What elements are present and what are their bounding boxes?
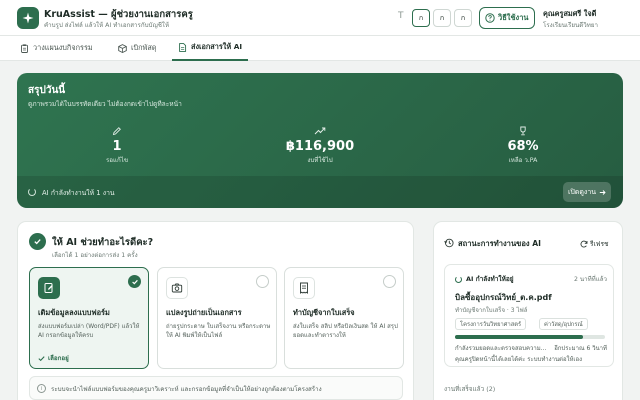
sparkle-logo-icon [17, 7, 39, 29]
option-receipt-accounting[interactable]: ทำบัญชีจากใบเสร็จ ส่งใบเสร็จ สลิป หรือบิ… [284, 267, 404, 369]
receipt-icon [293, 277, 315, 299]
guide-button-label: วิธีใช้งาน [498, 13, 529, 22]
user-name: คุณครูสมศรี ใจดี [543, 9, 597, 18]
stat-pending: 1 รอแก้ไข [57, 126, 177, 165]
document-icon [179, 43, 187, 52]
summary-subtitle: ดูภาพรวมได้ในบรรทัดเดียว ไม่ต้องกดเข้าไป… [28, 100, 182, 108]
option-title: ทำบัญชีจากใบเสร็จ [293, 308, 355, 317]
option-radio-checked[interactable] [128, 275, 141, 288]
job-item[interactable]: AI กำลังทำให้อยู่ 2 นาทีที่แล้ว บิลซื้ออ… [444, 264, 614, 367]
job-note: คุณครูปิดหน้านี้ได้เลยได้ค่ะ ระบบทำงานต่… [455, 356, 583, 363]
job-meta: ทำบัญชีจากใบเสร็จ · 3 ไฟล์ [455, 307, 528, 314]
stat-budget-used: ฿116,900 งบที่ใช้ไป [260, 126, 380, 165]
stat-label: งบที่ใช้ไป [307, 157, 333, 164]
trend-up-icon [314, 127, 326, 135]
job-status-label: AI กำลังทำให้อยู่ [466, 275, 514, 283]
job-step: กำลังรวมยอดและตรวจสอบความ... [455, 345, 547, 352]
job-eta: อีกประมาณ 6 วินาที [554, 345, 607, 352]
job-file-name: บิลซื้ออุปกรณ์วิทย์_ต.ค.pdf [455, 293, 552, 302]
option-radio[interactable] [383, 275, 396, 288]
job-progress-bar [455, 335, 605, 339]
option-description: ส่งแบบฟอร์มเปล่า (Word/PDF) แล้วให้ AI ก… [38, 323, 140, 340]
check-circle-icon [29, 233, 46, 250]
refresh-icon [580, 240, 588, 248]
option-description: ถ่ายรูปกระดาษ ใบเสร็จงาน หรือกระดาษ ให้ … [166, 323, 271, 340]
stat-label: รอแก้ไข [105, 157, 129, 164]
tab-label: วางแผนงบกิจกรรม [33, 43, 93, 52]
stat-pa-remaining: 68% เหลือ ว.PA [463, 126, 583, 165]
ai-status-card: สถานะการทำงานของ AI รีเฟรช AI กำลังทำให้… [433, 221, 623, 400]
status-title: สถานะการทำงานของ AI [458, 239, 541, 248]
option-radio[interactable] [256, 275, 269, 288]
info-text: ระบบจะนำไฟล์แบบฟอร์มของคุณครูมาวิเคราะห์… [51, 386, 322, 393]
font-size-large-button[interactable]: ก [454, 9, 472, 27]
job-progress-fill [455, 335, 583, 339]
clipboard-icon [21, 44, 28, 53]
open-jobs-button[interactable]: เปิดดูงาน [563, 182, 611, 202]
check-icon [38, 355, 45, 361]
stat-label: เหลือ ว.PA [508, 157, 538, 164]
info-note: i ระบบจะนำไฟล์แบบฟอร์มของคุณครูมาวิเคราะ… [29, 376, 403, 400]
option-title: เติมข้อมูลลงแบบฟอร์ม [38, 308, 110, 317]
refresh-button[interactable]: รีเฟรช [580, 238, 608, 249]
font-size-small-button[interactable]: ก [412, 9, 430, 27]
app-header: KruAssist — ผู้ช่วยงานเอกสารครู คำบรูป ส… [0, 0, 640, 36]
tab-label: เบิกพัสดุ [131, 43, 157, 52]
tab-budget-plan[interactable]: วางแผนงบกิจกรรม [20, 36, 93, 61]
stat-value: ฿116,900 [285, 139, 355, 154]
info-icon: i [37, 384, 46, 393]
stat-value: 1 [112, 139, 122, 154]
option-selected-badge: เลือกอยู่ [38, 353, 69, 363]
font-size-icon: T [398, 11, 404, 21]
pencil-icon [112, 127, 121, 136]
chooser-subtitle: เลือกได้ 1 อย่างต่อการส่ง 1 ครั้ง [52, 252, 138, 259]
tab-label: ส่งเอกสารให้ AI [191, 42, 243, 51]
refresh-label: รีเฟรช [590, 240, 609, 248]
app-subtitle: คำบรูป ส่งไฟล์ แล้วให้ AI ทำเอกสารกับบัญ… [44, 22, 170, 29]
camera-icon [166, 277, 188, 299]
job-status: AI กำลังทำให้อยู่ [455, 274, 514, 284]
job-tag: ค่าวัสดุ/อุปกรณ์ [539, 318, 588, 330]
box-icon [118, 44, 127, 53]
job-tag: โครงการวันวิทยาศาสตร์ [455, 318, 527, 330]
tab-supplies[interactable]: เบิกพัสดุ [118, 36, 157, 61]
tab-send-to-ai[interactable]: ส่งเอกสารให้ AI [172, 36, 249, 61]
ai-status-bar: AI กำลังทำงานให้ 1 งาน เปิดดูงาน [17, 176, 623, 208]
summary-title: สรุปวันนี้ [28, 85, 66, 96]
loading-spinner-icon [28, 188, 36, 196]
chooser-title: ให้ AI ช่วยทำอะไรดีคะ? [52, 237, 154, 248]
form-edit-icon [38, 277, 60, 299]
option-fill-form[interactable]: เติมข้อมูลลงแบบฟอร์ม ส่งแบบฟอร์มเปล่า (W… [29, 267, 149, 369]
arrow-right-icon [599, 189, 606, 195]
tab-bar: วางแผนงบกิจกรรม เบิกพัสดุ ส่งเอกสารให้ A… [0, 36, 640, 61]
font-size-medium-button[interactable]: ก [433, 9, 451, 27]
ai-status-text: AI กำลังทำงานให้ 1 งาน [42, 189, 115, 197]
option-selected-label: เลือกอยู่ [48, 355, 69, 362]
trophy-icon [520, 126, 526, 136]
summary-banner: สรุปวันนี้ ดูภาพรวมได้ในบรรทัดเดียว ไม่ต… [17, 73, 623, 208]
loading-spinner-icon [455, 275, 462, 283]
task-chooser-card: ให้ AI ช่วยทำอะไรดีคะ? เลือกได้ 1 อย่างต… [17, 221, 414, 400]
history-icon [444, 238, 454, 248]
option-description: ส่งใบเสร็จ สลิป หรือบิลเงินสด ให้ AI สรุ… [293, 323, 398, 340]
guide-button[interactable]: วิธีใช้งาน [479, 7, 535, 29]
option-photo-to-doc[interactable]: แปลงรูปถ่ายเป็นเอกสาร ถ่ายรูปกระดาษ ใบเส… [157, 267, 277, 369]
completed-jobs-label[interactable]: งานที่เสร็จแล้ว (2) [444, 384, 495, 394]
job-time: 2 นาทีที่แล้ว [573, 276, 607, 283]
help-circle-icon [485, 13, 495, 23]
open-jobs-label: เปิดดูงาน [567, 187, 597, 196]
option-title: แปลงรูปถ่ายเป็นเอกสาร [166, 308, 242, 317]
user-school: โรงเรียนเรียนดีวิทยา [543, 22, 598, 29]
stat-value: 68% [507, 139, 539, 154]
